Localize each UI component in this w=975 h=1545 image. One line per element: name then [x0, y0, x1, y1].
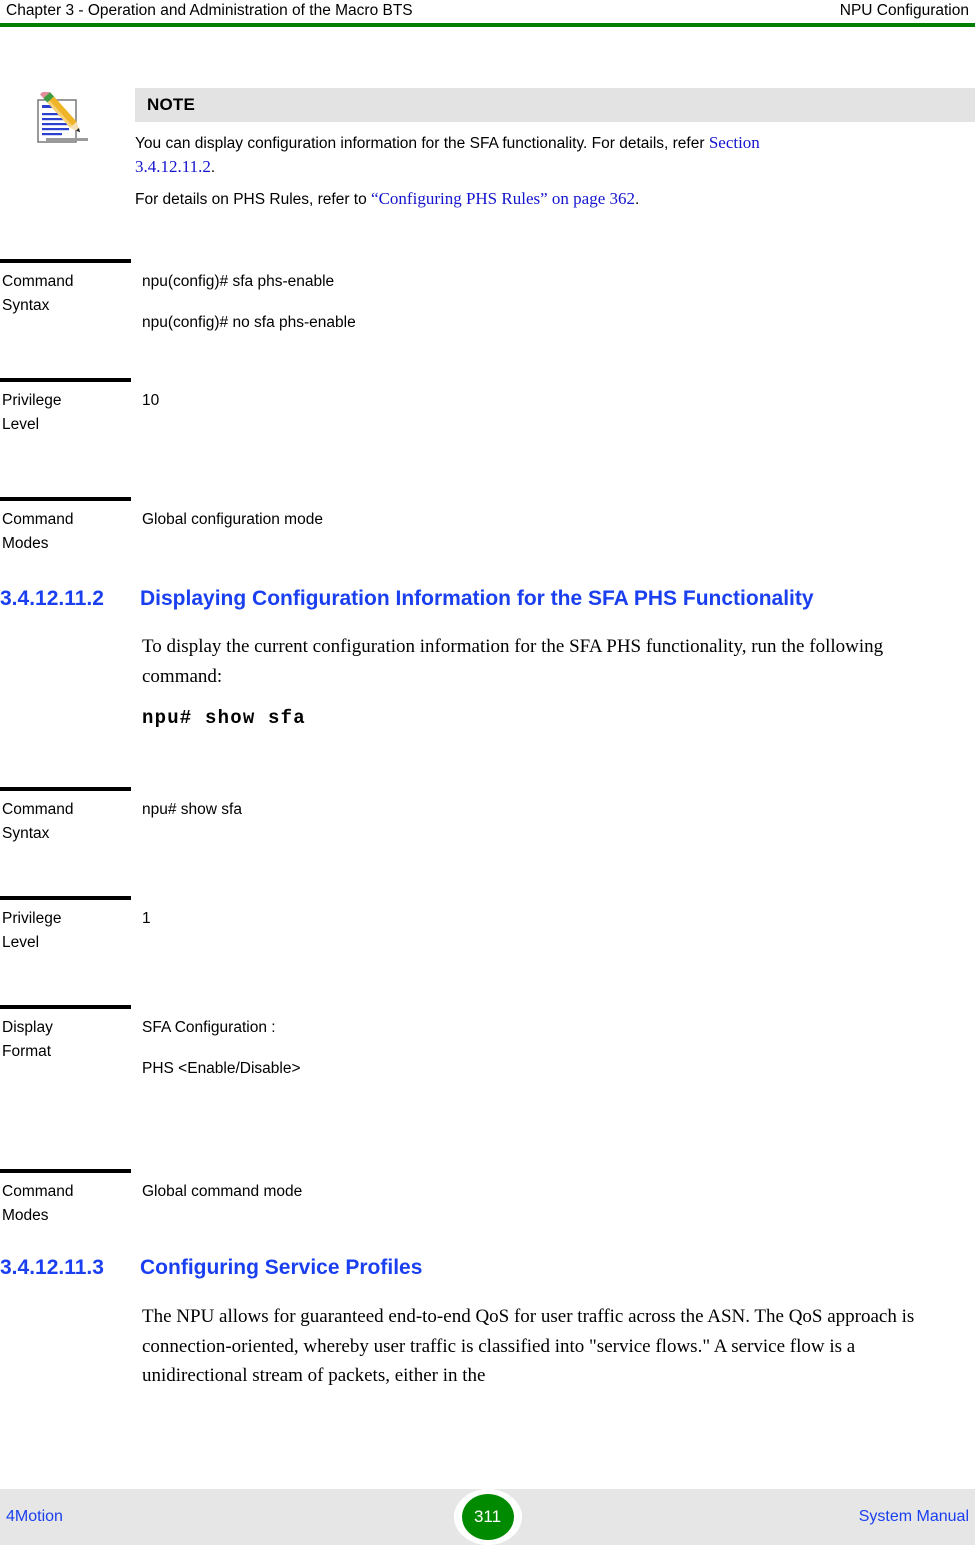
row-label-line2: Syntax — [2, 297, 50, 314]
command-syntax-table-2: Command Syntax npu# show sfa — [0, 787, 975, 846]
row-label-line2: Syntax — [2, 825, 50, 842]
row-label-line2: Level — [2, 934, 40, 951]
command-syntax-table-1: Command Syntax npu(config)# sfa phs-enab… — [0, 259, 975, 335]
note-p2-link[interactable]: “Configuring PHS Rules” on page 362 — [371, 189, 635, 208]
note-label: NOTE — [147, 95, 196, 114]
row-value: SFA Configuration : PHS <Enable/Disable> — [135, 1016, 975, 1081]
row-value: npu# show sfa — [135, 798, 975, 846]
page-number-badge: 311 — [461, 1494, 514, 1540]
row-value-line: Global configuration mode — [142, 511, 323, 528]
row-value-line: npu(config)# no sfa phs-enable — [142, 314, 356, 331]
footer-product-name[interactable]: 4Motion — [6, 1508, 63, 1526]
header-rule — [0, 23, 975, 27]
table-row: Display Format SFA Configuration : PHS <… — [0, 1009, 975, 1081]
note-p1-prefix: You can display configuration informatio… — [135, 135, 709, 152]
privilege-level-table-1: Privilege Level 10 — [0, 378, 975, 437]
row-label-line1: Command — [2, 801, 74, 818]
row-label-line2: Modes — [2, 1207, 49, 1224]
section-paragraph-2: The NPU allows for guaranteed end-to-end… — [142, 1306, 915, 1386]
row-value: npu(config)# sfa phs-enable npu(config)#… — [135, 270, 975, 335]
row-value: 1 — [135, 907, 975, 955]
command-modes-table-2: Command Modes Global command mode — [0, 1169, 975, 1228]
command-code-line: npu# show sfa — [142, 707, 306, 729]
table-row: Command Syntax npu# show sfa — [0, 791, 975, 846]
row-value-line: SFA Configuration : — [142, 1019, 276, 1036]
row-value-line: 10 — [142, 392, 160, 409]
row-label: Command Syntax — [0, 798, 135, 846]
header-chapter-title: Chapter 3 - Operation and Administration… — [6, 2, 413, 19]
row-label: Privilege Level — [0, 389, 135, 437]
page-footer: 4Motion 311 System Manual — [0, 1489, 975, 1545]
row-label: Command Syntax — [0, 270, 135, 335]
row-label: Display Format — [0, 1016, 135, 1081]
note-p2-suffix: . — [635, 191, 640, 208]
row-label-line2: Level — [2, 416, 40, 433]
row-label-line2: Format — [2, 1043, 52, 1060]
row-value-line: Global command mode — [142, 1183, 303, 1200]
row-label-line2: Modes — [2, 535, 49, 552]
display-format-table: Display Format SFA Configuration : PHS <… — [0, 1005, 975, 1081]
row-value: 10 — [135, 389, 975, 437]
table-row: Privilege Level 1 — [0, 900, 975, 955]
note-p1-suffix: . — [210, 159, 216, 176]
table-row: Command Syntax npu(config)# sfa phs-enab… — [0, 263, 975, 335]
row-value-line: PHS <Enable/Disable> — [142, 1060, 301, 1077]
row-value-line: 1 — [142, 910, 151, 927]
row-label-line1: Privilege — [2, 910, 62, 927]
section-title: Configuring Service Profiles — [140, 1256, 423, 1279]
table-row: Command Modes Global command mode — [0, 1173, 975, 1228]
note-p2-prefix: For details on PHS Rules, refer to — [135, 191, 372, 208]
note-paragraph-2: For details on PHS Rules, refer to “Conf… — [135, 187, 835, 211]
row-label: Command Modes — [0, 508, 135, 556]
row-label-line1: Command — [2, 511, 74, 528]
table-row: Privilege Level 10 — [0, 382, 975, 437]
section-number: 3.4.12.11.2 — [0, 587, 104, 610]
row-label: Privilege Level — [0, 907, 135, 955]
row-value-line: npu# show sfa — [142, 801, 242, 818]
section-number: 3.4.12.11.3 — [0, 1256, 104, 1279]
page-header: Chapter 3 - Operation and Administration… — [0, 0, 975, 28]
note-text: You can display configuration informatio… — [135, 122, 835, 211]
page-number-badge-wrap: 311 — [453, 1489, 522, 1545]
row-label-line1: Command — [2, 1183, 74, 1200]
section-title: Displaying Configuration Information for… — [140, 587, 814, 610]
row-label-line1: Privilege — [2, 392, 62, 409]
header-section-title: NPU Configuration — [839, 2, 969, 19]
row-value: Global configuration mode — [135, 508, 975, 556]
privilege-level-table-2: Privilege Level 1 — [0, 896, 975, 955]
row-value: Global command mode — [135, 1180, 975, 1228]
row-value-line: npu(config)# sfa phs-enable — [142, 273, 335, 290]
notepad-pencil-icon — [32, 88, 94, 150]
note-body: NOTE You can display configuration infor… — [135, 88, 975, 211]
table-row: Command Modes Global configuration mode — [0, 501, 975, 556]
row-label-line1: Command — [2, 273, 74, 290]
note-block: NOTE You can display configuration infor… — [0, 88, 975, 219]
command-modes-table-1: Command Modes Global configuration mode — [0, 497, 975, 556]
footer-manual-name[interactable]: System Manual — [859, 1508, 969, 1526]
header-row: Chapter 3 - Operation and Administration… — [0, 0, 975, 20]
note-header-bar: NOTE — [135, 88, 975, 122]
section-paragraph-1: To display the current configuration inf… — [142, 636, 884, 687]
row-label-line1: Display — [2, 1019, 53, 1036]
section-heading-3-4-12-11-2[interactable]: 3.4.12.11.2 Displaying Configuration Inf… — [0, 586, 975, 612]
footer-inner: 4Motion 311 System Manual — [0, 1489, 975, 1545]
section-heading-3-4-12-11-3[interactable]: 3.4.12.11.3 Configuring Service Profiles — [0, 1255, 975, 1281]
row-label: Command Modes — [0, 1180, 135, 1228]
note-paragraph-1: You can display configuration informatio… — [135, 131, 835, 179]
